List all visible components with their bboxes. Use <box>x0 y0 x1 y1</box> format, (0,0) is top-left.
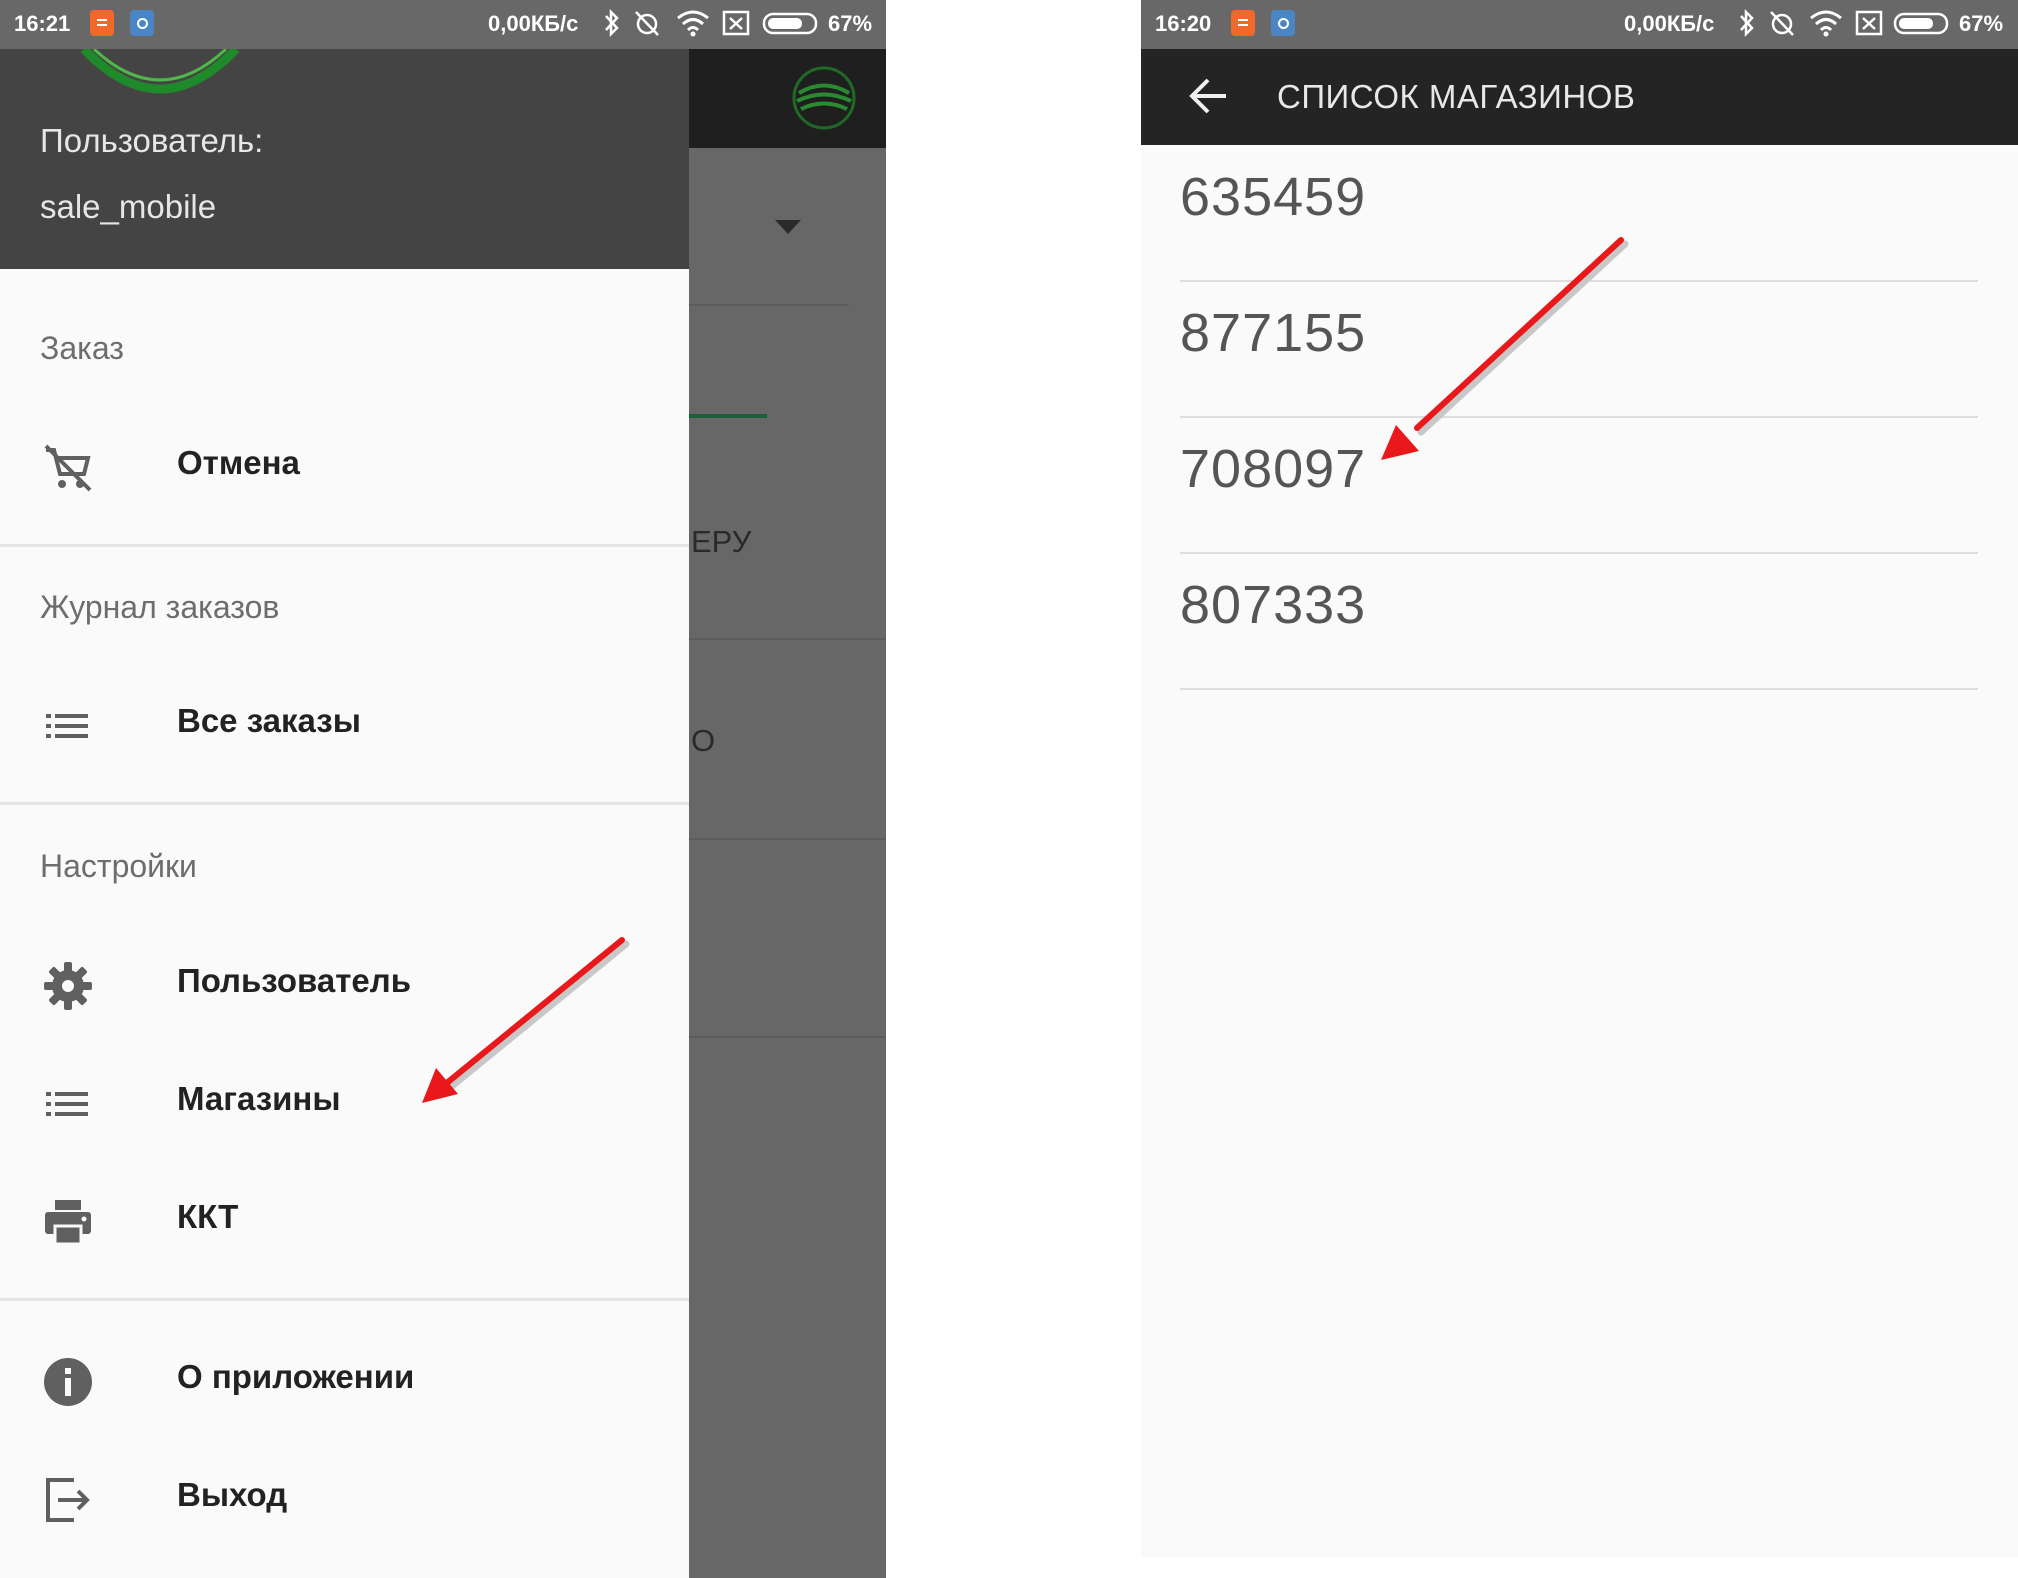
annotation-arrow <box>422 937 630 1103</box>
screenshot-gap <box>886 0 1141 1578</box>
annotation-arrow <box>1381 237 1629 460</box>
